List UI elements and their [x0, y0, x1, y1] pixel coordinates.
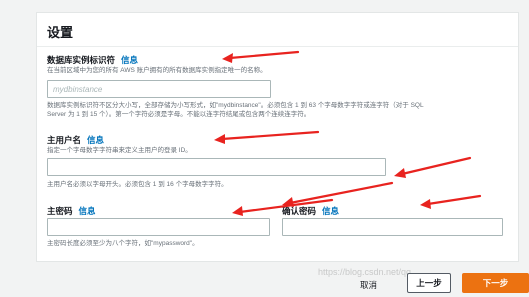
instance-id-info-link[interactable]: 信息 — [121, 55, 138, 65]
confirm-password-info-link[interactable]: 信息 — [322, 206, 339, 216]
instance-id-label-row: 数据库实例标识符 信息 — [47, 54, 138, 66]
instance-id-description: 在当前区域中为您的所有 AWS 账户拥有的所有数据库实例指定唯一的名称。 — [47, 67, 267, 74]
next-button[interactable]: 下一步 — [462, 273, 529, 293]
confirm-password-label-row: 确认密码 信息 — [282, 205, 339, 217]
master-username-description: 指定一个字母数字字符串来定义主用户的登录 ID。 — [47, 147, 192, 154]
panel-title: 设置 — [47, 25, 74, 40]
master-username-input[interactable] — [47, 158, 386, 176]
confirm-password-label: 确认密码 — [282, 206, 317, 216]
instance-id-label: 数据库实例标识符 — [47, 55, 116, 65]
confirm-password-input[interactable] — [282, 218, 503, 236]
panel-header: 设置 — [37, 13, 518, 47]
master-password-constraints: 主密码长度必须至少为八个字符，如"mypassword"。 — [47, 240, 199, 247]
master-username-label: 主用户名 — [47, 135, 82, 145]
master-password-input[interactable] — [47, 218, 270, 236]
master-password-label-row: 主密码 信息 — [47, 205, 96, 217]
master-username-constraints: 主用户名必须以字母开头。必须包含 1 到 16 个字母数字字符。 — [47, 181, 228, 188]
master-username-info-link[interactable]: 信息 — [87, 135, 104, 145]
previous-button[interactable]: 上一步 — [407, 273, 451, 293]
master-password-label: 主密码 — [47, 206, 73, 216]
instance-id-input[interactable] — [47, 80, 271, 98]
cancel-button[interactable]: 取消 — [360, 279, 377, 291]
instance-id-constraints-2: Server 为 1 到 15 个）。第一个字符必须是字母。不能以连字符结尾或包… — [47, 111, 311, 118]
master-username-label-row: 主用户名 信息 — [47, 134, 104, 146]
master-password-info-link[interactable]: 信息 — [79, 206, 96, 216]
